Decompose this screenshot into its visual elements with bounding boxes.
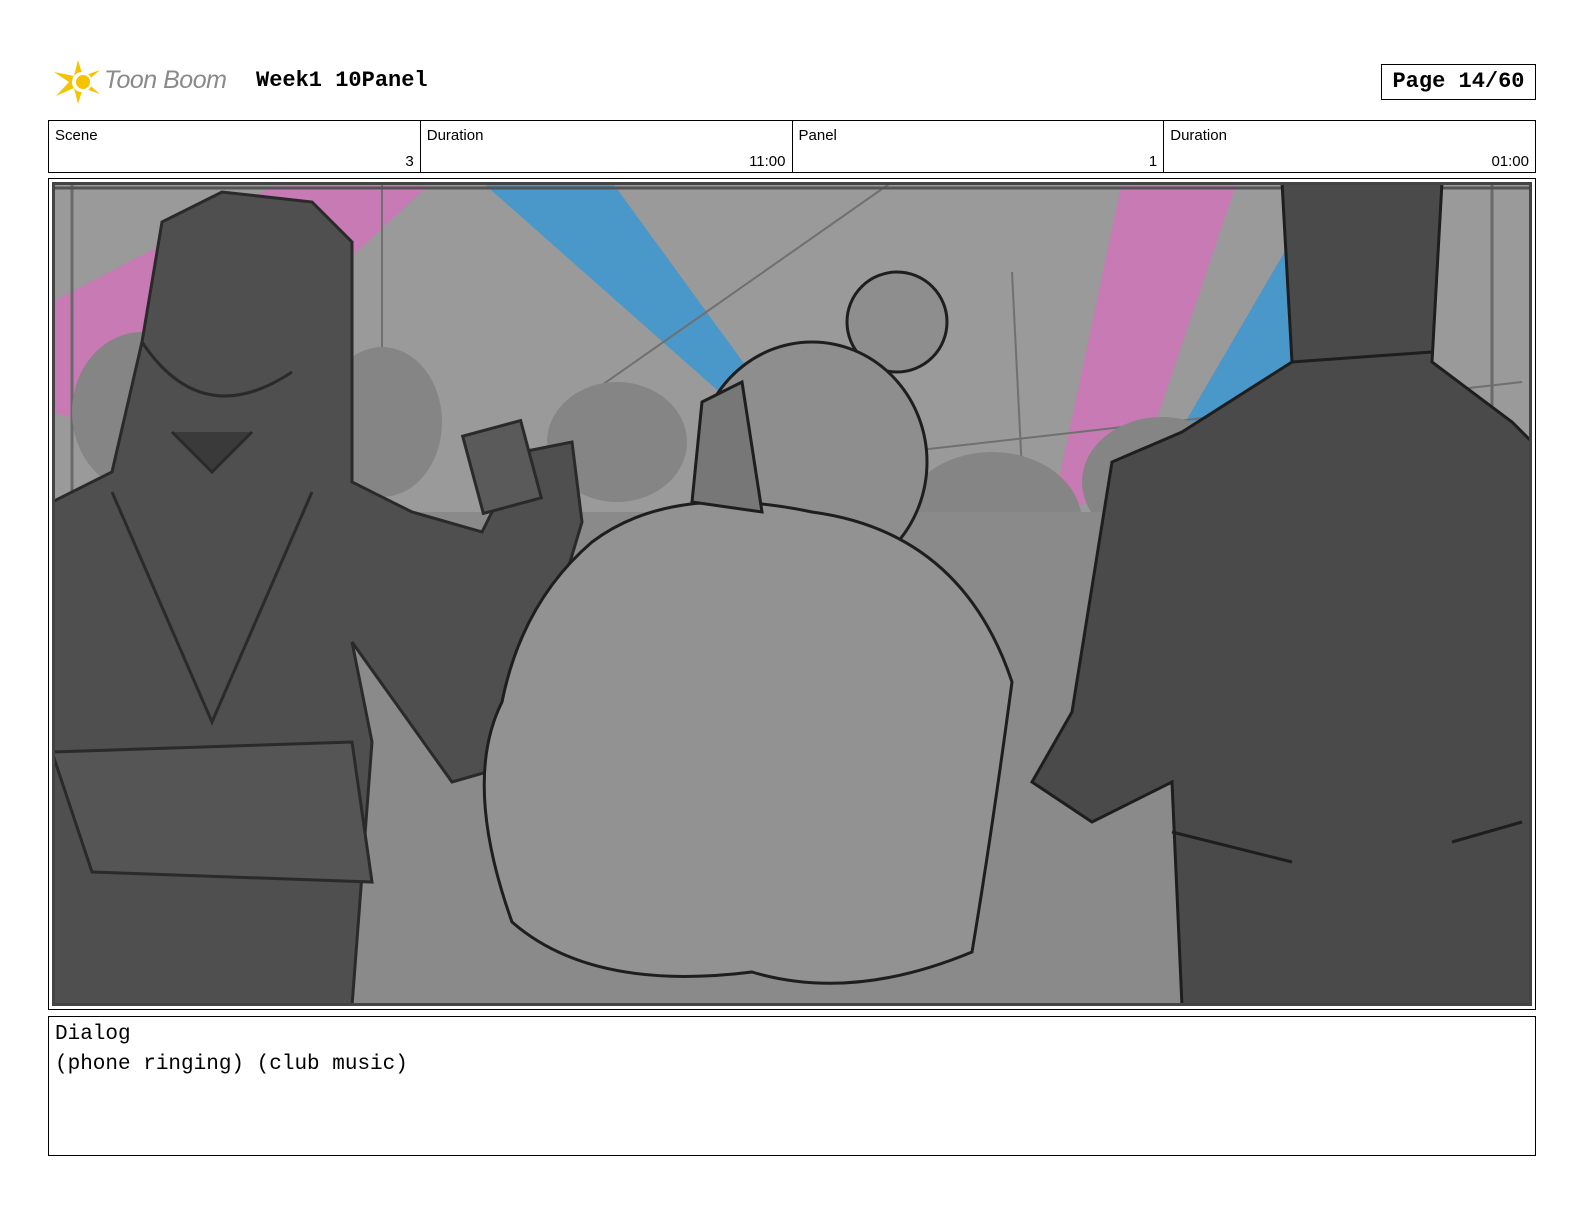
panel-info-row: Scene 3 Duration 11:00 Panel 1 Duration …: [48, 120, 1536, 173]
dialog-label: Dialog: [55, 1023, 131, 1046]
panel-duration-value: 01:00: [1491, 153, 1529, 170]
scene-value: 3: [405, 153, 414, 170]
page-indicator: Page 14/60: [1381, 64, 1536, 100]
dialog-box: Dialog (phone ringing) (club music): [48, 1016, 1536, 1156]
fluffy-coat: [482, 500, 1014, 985]
panel-cell: Panel 1: [793, 121, 1165, 172]
panel-label: Panel: [798, 127, 837, 144]
project-title: Week1 10Panel: [256, 68, 428, 93]
scene-duration-value: 11:00: [749, 153, 786, 170]
panel-duration-cell: Duration 01:00: [1164, 121, 1535, 172]
toon-boom-logo: Toon Boom: [52, 56, 242, 108]
logo-text: Toon Boom: [104, 66, 227, 94]
storyboard-panel: [48, 178, 1536, 1010]
storyboard-sketch: [52, 182, 1532, 1006]
scene-cell: Scene 3: [49, 121, 421, 172]
panel-value: 1: [1148, 153, 1158, 170]
scene-duration-cell: Duration 11:00: [421, 121, 793, 172]
scene-duration-label: Duration: [426, 127, 484, 144]
dialog-text: (phone ringing) (club music): [55, 1053, 408, 1076]
starburst-icon: [54, 60, 100, 104]
panel-duration-label: Duration: [1170, 127, 1227, 144]
scene-label: Scene: [55, 127, 98, 144]
